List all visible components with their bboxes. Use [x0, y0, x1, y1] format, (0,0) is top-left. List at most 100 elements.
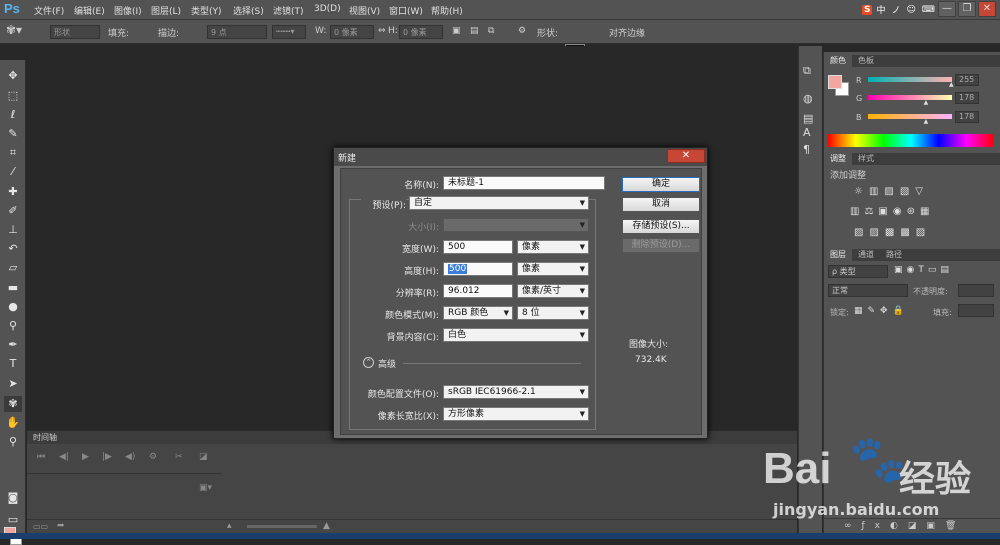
menu-layer[interactable]: 图层(L): [151, 4, 181, 17]
blend-mode-select[interactable]: 正常: [828, 284, 908, 297]
zoom-out-icon[interactable]: ▴: [227, 521, 232, 531]
pixel-aspect-select[interactable]: 方形像素: [443, 407, 589, 421]
resolution-unit-select[interactable]: 像素/英寸: [517, 284, 589, 298]
next-frame-icon[interactable]: |▶: [102, 452, 112, 462]
color-spectrum[interactable]: [828, 134, 994, 147]
menu-image[interactable]: 图像(I): [114, 4, 142, 17]
adjustment-icons-row3[interactable]: ▨▨▩▩▨: [854, 227, 931, 238]
bit-depth-select[interactable]: 8 位: [517, 306, 589, 320]
ok-button[interactable]: 确定: [622, 177, 700, 192]
adjustment-icons-row1[interactable]: ☼▥▨▧▽: [854, 186, 929, 197]
eyedropper-tool-icon[interactable]: ⁄: [4, 164, 22, 180]
sogou-icon[interactable]: S: [862, 4, 873, 15]
channel-b-value[interactable]: 178: [955, 111, 979, 123]
menu-type[interactable]: 类型(Y): [191, 4, 222, 17]
dodge-tool-icon[interactable]: ⚲: [4, 318, 22, 334]
ime-lang[interactable]: 中: [874, 3, 887, 16]
menu-view[interactable]: 视图(V): [349, 4, 380, 17]
gradient-tool-icon[interactable]: ▬: [4, 280, 22, 296]
prev-frame-icon[interactable]: ◀|: [59, 452, 69, 462]
menu-window[interactable]: 窗口(W): [389, 4, 423, 17]
tab-layers[interactable]: 图层: [824, 249, 852, 261]
screen-mode-icon[interactable]: ▭: [4, 512, 22, 528]
channel-g-thumb[interactable]: ▲: [924, 99, 929, 106]
doc-width-input[interactable]: 500: [443, 240, 513, 254]
ime-punct-icon[interactable]: ノ: [890, 3, 903, 16]
dialog-close-button[interactable]: ✕: [667, 149, 705, 163]
brush-tool-icon[interactable]: ✐: [4, 203, 22, 219]
lasso-tool-icon[interactable]: ℓ: [4, 107, 22, 123]
path-select-icon[interactable]: ➤: [4, 376, 22, 392]
film-icon[interactable]: ▣▾: [199, 483, 212, 493]
split-icon[interactable]: ✂: [175, 452, 183, 462]
color-mode-select[interactable]: RGB 颜色: [443, 306, 513, 320]
tab-styles[interactable]: 样式: [852, 153, 880, 165]
history-brush-icon[interactable]: ↶: [4, 241, 22, 257]
layer-filter-icons[interactable]: ▣◉T▭▤: [894, 265, 953, 275]
custom-shape-tool-icon[interactable]: ✾▾: [6, 23, 22, 37]
render-icon[interactable]: ➦: [57, 521, 65, 531]
advanced-toggle-icon[interactable]: ⌃: [363, 357, 374, 368]
tab-paths[interactable]: 路径: [880, 249, 908, 261]
path-ops-icon[interactable]: ▣: [452, 26, 461, 36]
paragraph-panel-icon[interactable]: ¶: [803, 143, 810, 156]
blur-tool-icon[interactable]: ●: [4, 299, 22, 315]
doc-height-input[interactable]: 500: [443, 262, 513, 276]
timeline-settings-icon[interactable]: ⚙: [149, 452, 157, 462]
quick-select-tool-icon[interactable]: ✎: [4, 126, 22, 142]
stamp-tool-icon[interactable]: ⊥: [4, 222, 22, 238]
audio-icon[interactable]: ◀): [125, 452, 135, 462]
channel-r-slider[interactable]: ▲: [868, 77, 954, 88]
character-panel-icon[interactable]: A: [803, 126, 811, 139]
cancel-button[interactable]: 取消: [622, 197, 700, 212]
menu-file[interactable]: 文件(F): [34, 4, 64, 17]
width-unit-select[interactable]: 像素: [517, 240, 589, 254]
background-select[interactable]: 白色: [443, 328, 589, 342]
hand-tool-icon[interactable]: ✋: [4, 415, 22, 431]
lock-icons[interactable]: ▦✎✥🔒: [854, 306, 909, 316]
minimize-button[interactable]: —: [938, 1, 956, 17]
healing-brush-icon[interactable]: ✚: [4, 184, 22, 200]
preset-select[interactable]: 自定: [409, 196, 589, 210]
color-profile-select[interactable]: sRGB IEC61966-2.1: [443, 385, 589, 399]
tab-adjustments[interactable]: 调整: [824, 153, 852, 165]
link-icon[interactable]: ⇔: [378, 26, 386, 36]
menu-filter[interactable]: 滤镜(T): [273, 4, 304, 17]
width-input[interactable]: 0 像素: [330, 25, 374, 39]
path-align-icon[interactable]: ▤: [470, 26, 479, 36]
zoom-in-icon[interactable]: ▲: [323, 521, 330, 531]
gear-icon[interactable]: ⚙: [518, 26, 526, 36]
tab-color[interactable]: 颜色: [824, 55, 852, 67]
close-window-button[interactable]: ✕: [978, 1, 996, 17]
adjustment-icons-row2[interactable]: ▥⚖▣◉⊛▦: [850, 206, 934, 217]
zoom-tool-icon[interactable]: ⚲: [4, 434, 22, 450]
ime-keyboard-icon[interactable]: ⌨: [920, 5, 937, 15]
actions-panel-icon[interactable]: ▤: [803, 112, 813, 125]
opacity-input[interactable]: [958, 284, 994, 297]
stroke-type-select[interactable]: ┅┅┅▾: [272, 25, 306, 39]
restore-button[interactable]: ❐: [958, 1, 976, 17]
menu-select[interactable]: 选择(S): [233, 4, 264, 17]
height-unit-select[interactable]: 像素: [517, 262, 589, 276]
transition-icon[interactable]: ◪: [199, 452, 208, 462]
channel-r-thumb[interactable]: ▲: [949, 81, 954, 88]
name-input[interactable]: 未标题-1: [443, 176, 605, 190]
fill-input[interactable]: [958, 304, 994, 317]
custom-shape-tool-icon[interactable]: ✾: [4, 396, 22, 412]
channel-r-value[interactable]: 255: [955, 74, 979, 86]
properties-panel-icon[interactable]: ◍: [803, 92, 813, 105]
eraser-tool-icon[interactable]: ▱: [4, 260, 22, 276]
pen-tool-icon[interactable]: ✒: [4, 337, 22, 353]
resolution-input[interactable]: 96.012: [443, 284, 513, 298]
play-icon[interactable]: ▶: [82, 452, 89, 462]
move-tool-icon[interactable]: ✥: [4, 68, 22, 84]
zoom-slider[interactable]: [247, 525, 317, 528]
channel-g-value[interactable]: 178: [955, 92, 979, 104]
tab-channels[interactable]: 通道: [852, 249, 880, 261]
layer-filter-select[interactable]: ρ 类型: [828, 265, 888, 278]
quick-mask-icon[interactable]: ◙: [4, 490, 22, 506]
height-input[interactable]: 0 像素: [399, 25, 443, 39]
stroke-size-input[interactable]: 9 点: [207, 25, 267, 39]
type-tool-icon[interactable]: T: [4, 356, 22, 372]
history-panel-icon[interactable]: ⧉: [803, 64, 811, 78]
